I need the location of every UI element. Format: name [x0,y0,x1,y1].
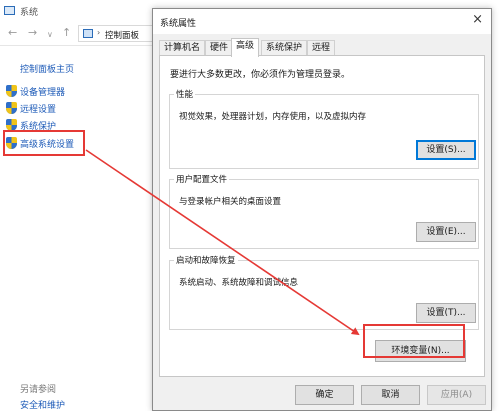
performance-settings-button[interactable]: 设置(S)... [416,140,476,160]
sidebar-item-remote-settings[interactable]: 远程设置 [6,101,116,116]
address-bar[interactable]: › 控制面板 [78,25,152,42]
cancel-button[interactable]: 取消 [361,385,420,405]
user-profiles-group-title: 用户配置文件 [174,173,230,185]
up-arrow-icon[interactable]: ↑ [62,27,71,39]
control-panel-icon [83,29,93,38]
close-icon[interactable]: × [472,13,483,27]
sidebar-item-label: 远程设置 [20,105,57,115]
admin-notice: 要进行大多数更改，你必须作为管理员登录。 [170,70,351,80]
control-panel-home-link[interactable]: 控制面板主页 [20,62,74,75]
dialog-titlebar[interactable]: 系统属性 × [153,9,491,34]
chevron-down-icon[interactable]: ∨ [47,29,53,41]
breadcrumb-control-panel[interactable]: 控制面板 [105,29,139,41]
startup-recovery-settings-button[interactable]: 设置(T)... [416,303,476,323]
startup-recovery-group-title: 启动和故障恢复 [174,254,238,266]
tab-hardware[interactable]: 硬件 [205,40,234,56]
startup-recovery-description: 系统启动、系统故障和调试信息 [179,278,299,288]
sidebar-item-device-manager[interactable]: 设备管理器 [6,84,116,99]
dialog-title: 系统属性 [160,19,197,29]
tab-system-protection[interactable]: 系统保护 [261,40,308,56]
security-maintenance-link[interactable]: 安全和维护 [20,398,65,411]
tab-strip: 计算机名 硬件 高级 系统保护 远程 [159,38,485,57]
startup-recovery-group: 启动和故障恢复 系统启动、系统故障和调试信息 设置(T)... [169,254,479,330]
back-arrow-icon[interactable]: ← [8,27,17,39]
tab-remote[interactable]: 远程 [307,40,336,56]
system-window-title: 系统 [20,8,39,18]
user-profiles-group: 用户配置文件 与登录帐户相关的桌面设置 设置(E)... [169,173,479,249]
computer-icon [4,6,15,15]
see-also-heading: 另请参阅 [20,385,57,395]
forward-arrow-icon[interactable]: → [28,27,37,39]
performance-group-title: 性能 [174,88,196,100]
performance-group: 性能 视觉效果，处理器计划，内存使用，以及虚拟内存 设置(S)... [169,88,479,169]
shield-icon [6,102,17,114]
ok-button[interactable]: 确定 [295,385,354,405]
annotation-highlight-box [3,130,85,156]
sidebar-item-label: 设备管理器 [20,88,66,98]
user-profiles-description: 与登录帐户相关的桌面设置 [179,197,282,207]
performance-description: 视觉效果，处理器计划，内存使用，以及虚拟内存 [179,112,367,122]
apply-button[interactable]: 应用(A) [427,385,486,405]
user-profiles-settings-button[interactable]: 设置(E)... [416,222,476,242]
shield-icon [6,85,17,97]
navigation-bar: ← → ∨ ↑ › 控制面板 [0,22,152,46]
annotation-highlight-box [363,324,465,358]
tab-advanced[interactable]: 高级 [231,38,260,57]
tab-computer-name[interactable]: 计算机名 [159,40,206,56]
breadcrumb-chevron-icon[interactable]: › [97,28,100,37]
